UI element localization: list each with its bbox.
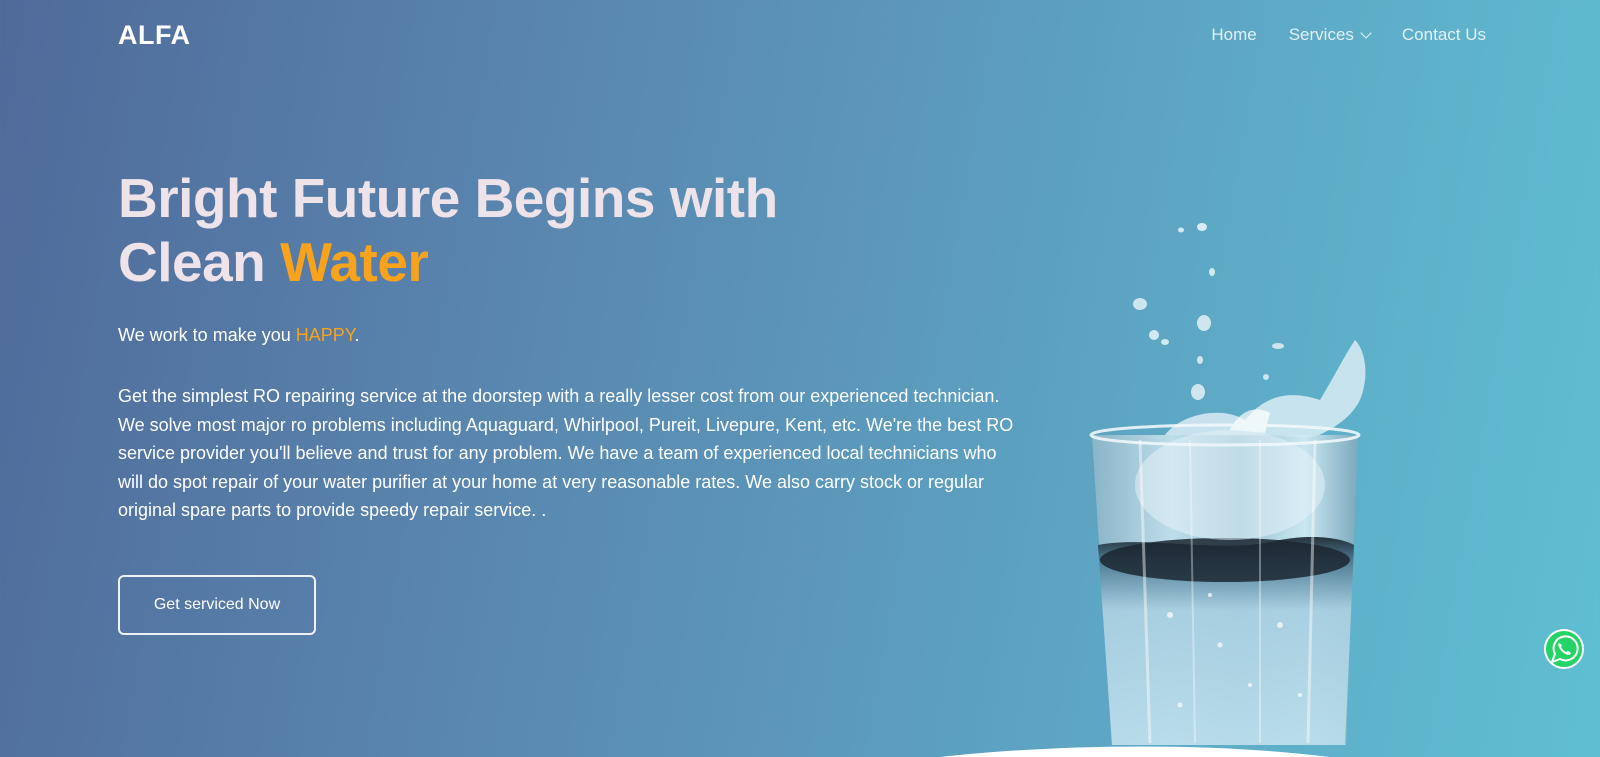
chevron-down-icon [1360, 27, 1372, 39]
hero-description: Get the simplest RO repairing service at… [118, 386, 1014, 520]
hero-title-line1: Bright Future Begins with [118, 167, 778, 229]
nav-services-label: Services [1288, 25, 1354, 44]
hero-title-accent: Water [280, 231, 429, 293]
whatsapp-icon-svg [1544, 629, 1584, 669]
bottom-wave [940, 746, 1330, 757]
whatsapp-icon[interactable] [1543, 628, 1585, 670]
nav-contact-label: Contact Us [1401, 25, 1486, 44]
water-glass-illustration [1080, 215, 1410, 757]
get-serviced-button[interactable]: Get serviced Now [118, 575, 316, 635]
tagline-suffix: . [354, 325, 360, 345]
nav-contact-link[interactable]: Contact Us [1402, 25, 1486, 45]
nav-links: Home Services Contact Us [1211, 25, 1486, 45]
nav-home-link[interactable]: Home [1211, 25, 1256, 45]
hero-title-line2: Clean [118, 231, 281, 293]
navbar: ALFA Home Services Contact Us [0, 0, 1600, 72]
nav-home-label: Home [1211, 25, 1257, 44]
hero-title: Bright Future Begins with Clean Water [118, 166, 778, 294]
nav-services-dropdown[interactable]: Services [1288, 25, 1372, 45]
water-glass-svg [1089, 223, 1366, 745]
tagline-accent: HAPPY [295, 325, 355, 345]
tagline-text: We work to make you [118, 325, 296, 345]
site-logo[interactable]: ALFA [118, 20, 191, 51]
hero-tagline: We work to make you HAPPY. [118, 325, 359, 346]
